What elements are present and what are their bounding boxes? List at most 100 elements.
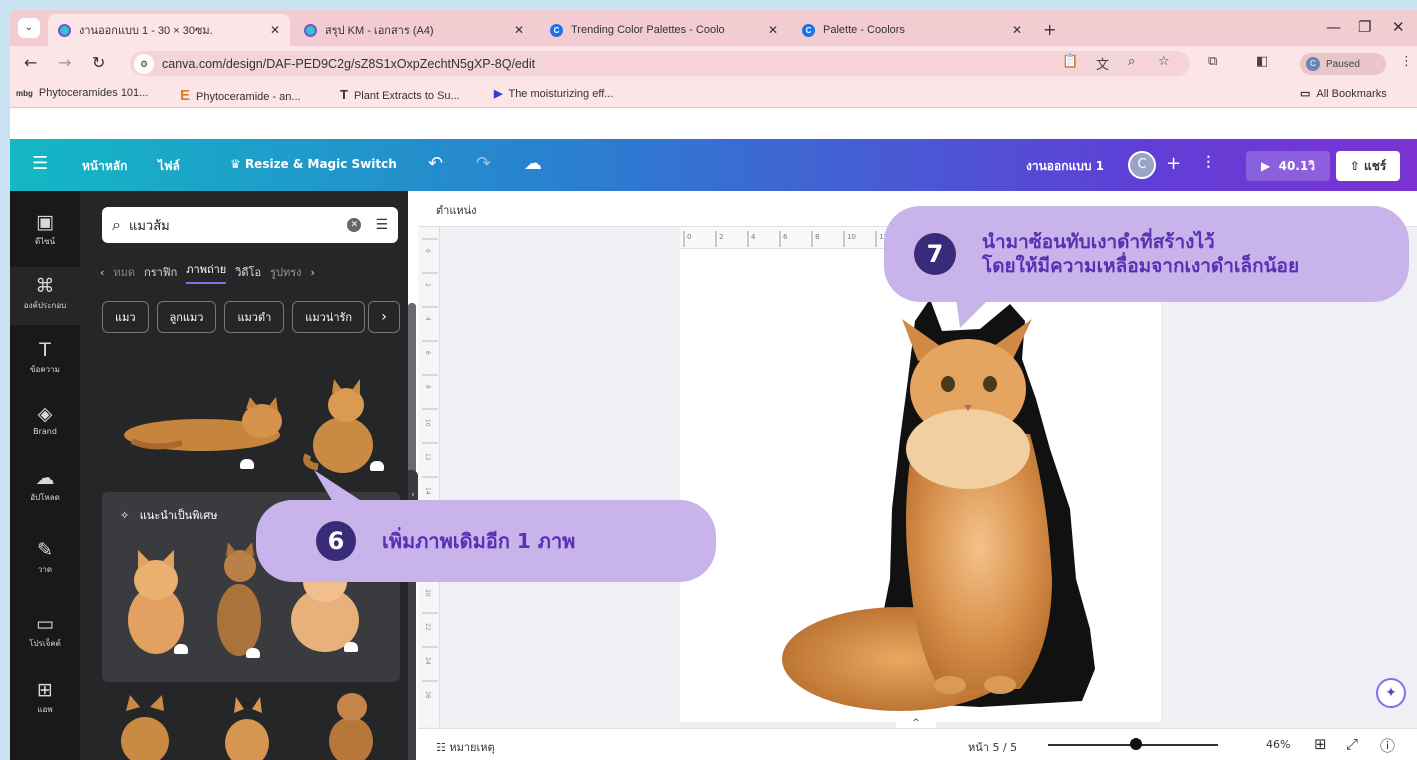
chip[interactable]: แมว — [102, 301, 149, 333]
tab-search-button[interactable]: ⌄ — [18, 18, 40, 38]
callout-text: เพิ่มภาพเดิมอีก 1 ภาพ — [382, 529, 576, 553]
add-collaborator-icon[interactable]: + — [1166, 153, 1181, 174]
tab-videos[interactable]: วิดีโอ — [235, 263, 261, 281]
ruler-tick-label: 2 — [424, 283, 431, 287]
rail-item-text[interactable]: T ข้อความ — [10, 331, 80, 389]
clipboard-icon[interactable]: 📋 — [1062, 54, 1078, 69]
tab-graphics[interactable]: กราฟิก — [144, 263, 177, 281]
scrollbar-thumb[interactable] — [408, 303, 416, 483]
close-icon[interactable]: ✕ — [514, 23, 524, 37]
zoom-slider-handle[interactable] — [1130, 738, 1142, 750]
browser-tab[interactable]: สรุป KM - เอกสาร (A4) ✕ — [294, 14, 534, 46]
avatar[interactable]: C — [1128, 151, 1156, 179]
notes-button[interactable]: ☷ หมายเหตุ — [436, 738, 495, 756]
rail-item-draw[interactable]: ✎ วาด — [10, 531, 80, 589]
chip[interactable]: ลูกแมว — [156, 301, 217, 333]
vertical-ruler: 02468101214161820222426 — [418, 227, 440, 727]
magic-assistant-button[interactable]: ✦ — [1376, 678, 1406, 708]
close-icon[interactable]: ✕ — [1012, 23, 1022, 37]
new-tab-button[interactable]: + — [1043, 20, 1056, 39]
cat-photo-thumbnail[interactable] — [112, 391, 292, 461]
chip[interactable]: แมวดำ — [224, 301, 285, 333]
present-button[interactable]: ▶ 40.1วิ — [1246, 151, 1330, 181]
tab-photos[interactable]: ภาพถ่าย — [186, 260, 227, 284]
rail-item-design[interactable]: ▣ ดีไซน์ — [10, 203, 80, 261]
design-page[interactable] — [680, 249, 1161, 722]
tabs-next-icon[interactable]: › — [311, 266, 315, 279]
redo-icon[interactable]: ↷ — [476, 153, 491, 174]
rail-item-apps[interactable]: ⊞ แอพ — [10, 671, 80, 729]
tab-shapes[interactable]: รูปทรง — [270, 263, 301, 281]
category-tabs: ‹ ทมด กราฟิก ภาพถ่าย วิดีโอ รูปทรง › — [100, 257, 400, 287]
reload-button[interactable]: ↻ — [92, 53, 105, 72]
resize-magic-switch-button[interactable]: ♛ Resize & Magic Switch — [230, 157, 397, 171]
grid-view-icon[interactable]: ⊞ — [1314, 735, 1327, 753]
premium-crown-icon — [174, 644, 188, 654]
home-link[interactable]: หน้าหลัก — [82, 157, 127, 176]
rail-item-projects[interactable]: ▭ โปรเจ็คต์ — [10, 605, 80, 663]
more-menu-icon[interactable]: ⋮ — [1400, 54, 1413, 69]
translate-icon[interactable]: 文 — [1096, 54, 1109, 73]
close-icon[interactable]: ✕ — [768, 23, 778, 37]
recommended-label: แนะนำเป็นพิเศษ — [139, 509, 218, 522]
cat-photo-layer[interactable] — [680, 249, 1161, 722]
cat-photo-thumbnail[interactable] — [316, 685, 386, 760]
chips-next-button[interactable]: › — [368, 301, 400, 333]
search-icon: ⌕ — [112, 215, 121, 234]
keyword-chips: แมว ลูกแมว แมวดำ แมวน่ารัก — [102, 301, 366, 335]
rail-item-elements[interactable]: ⌘ องค์ประกอบ — [10, 267, 80, 325]
close-icon[interactable]: ✕ — [270, 23, 280, 37]
bookmark-star-icon[interactable]: ☆ — [1158, 54, 1170, 69]
bookmark-label: Phytoceramides 101... — [38, 87, 149, 99]
position-button[interactable]: ตำแหน่ง — [436, 201, 477, 219]
chip[interactable]: แมวน่ารัก — [292, 301, 366, 333]
all-bookmarks-label: All Bookmarks — [1316, 88, 1387, 100]
bookmark-item[interactable]: E Phytoceramide - an... — [180, 87, 301, 104]
share-button[interactable]: ⇧ แชร์ — [1336, 151, 1400, 181]
bookmark-item[interactable]: T Plant Extracts to Su... — [340, 87, 460, 102]
analytics-icon[interactable]: ⫶ — [1206, 153, 1211, 174]
profile-avatar-icon: C — [1306, 57, 1320, 71]
site-info-icon[interactable]: ⚙ — [134, 53, 154, 74]
profile-paused-button[interactable]: C Paused — [1300, 53, 1386, 75]
callout-6-pointer — [314, 470, 366, 504]
cat-photo-thumbnail[interactable] — [110, 691, 180, 760]
browser-tab[interactable]: C Palette - Coolors ✕ — [792, 14, 1032, 46]
page-indicator[interactable]: หน้า 5 / 5 — [968, 738, 1017, 756]
hamburger-menu-icon[interactable]: ☰ — [32, 153, 48, 174]
file-menu[interactable]: ไฟล์ — [158, 157, 180, 176]
rail-item-brand[interactable]: ◈ Brand — [10, 395, 80, 453]
restore-button[interactable]: ❐ — [1358, 18, 1371, 36]
tab-all[interactable]: ทมด — [113, 263, 135, 281]
minimize-button[interactable]: — — [1326, 18, 1341, 36]
all-bookmarks-button[interactable]: ▭ All Bookmarks — [1300, 87, 1387, 100]
undo-icon[interactable]: ↶ — [428, 153, 443, 174]
url-text: canva.com/design/DAF-PED9C2g/sZ8S1xOxpZe… — [162, 56, 536, 71]
rail-item-uploads[interactable]: ☁ อัปโหลด — [10, 459, 80, 517]
bookmark-label: Phytoceramide - an... — [196, 91, 301, 103]
design-name[interactable]: งานออกแบบ 1 — [1026, 157, 1104, 176]
browser-tab[interactable]: งานออกแบบ 1 - 30 × 30ซม. ✕ — [48, 14, 290, 46]
cat-photo-thumbnail[interactable] — [212, 691, 282, 760]
tabs-prev-icon[interactable]: ‹ — [100, 266, 104, 279]
sidebar-icon[interactable]: ◧ — [1256, 54, 1268, 69]
cat-photo-thumbnail[interactable] — [298, 375, 388, 475]
ruler-tick-label: 14 — [424, 487, 431, 495]
url-field[interactable]: ⚙ canva.com/design/DAF-PED9C2g/sZ8S1xOxp… — [130, 51, 1190, 76]
zoom-level[interactable]: 46% — [1266, 738, 1290, 751]
back-button[interactable]: ← — [24, 53, 37, 72]
browser-tab[interactable]: C Trending Color Palettes - Coolo ✕ — [540, 14, 788, 46]
zoom-icon[interactable]: ⌕ — [1128, 54, 1135, 69]
bookmark-item[interactable]: mbg Phytoceramides 101... — [16, 87, 148, 99]
search-input[interactable]: ⌕ แมวส้ม ✕ ☰ — [102, 207, 398, 243]
bookmark-item[interactable]: ▶ The moisturizing eff... — [494, 87, 613, 100]
extensions-icon[interactable]: ⧉ — [1208, 54, 1217, 69]
filter-icon[interactable]: ☰ — [375, 217, 388, 233]
clear-search-icon[interactable]: ✕ — [347, 218, 362, 232]
help-icon[interactable]: ⓘ — [1380, 735, 1395, 756]
rail-label: Brand — [33, 427, 57, 436]
cat-photo-thumbnail[interactable] — [116, 548, 196, 658]
fullscreen-icon[interactable]: ⤢ — [1346, 735, 1358, 753]
close-window-button[interactable]: ✕ — [1392, 18, 1405, 36]
forward-button[interactable]: → — [58, 53, 71, 72]
